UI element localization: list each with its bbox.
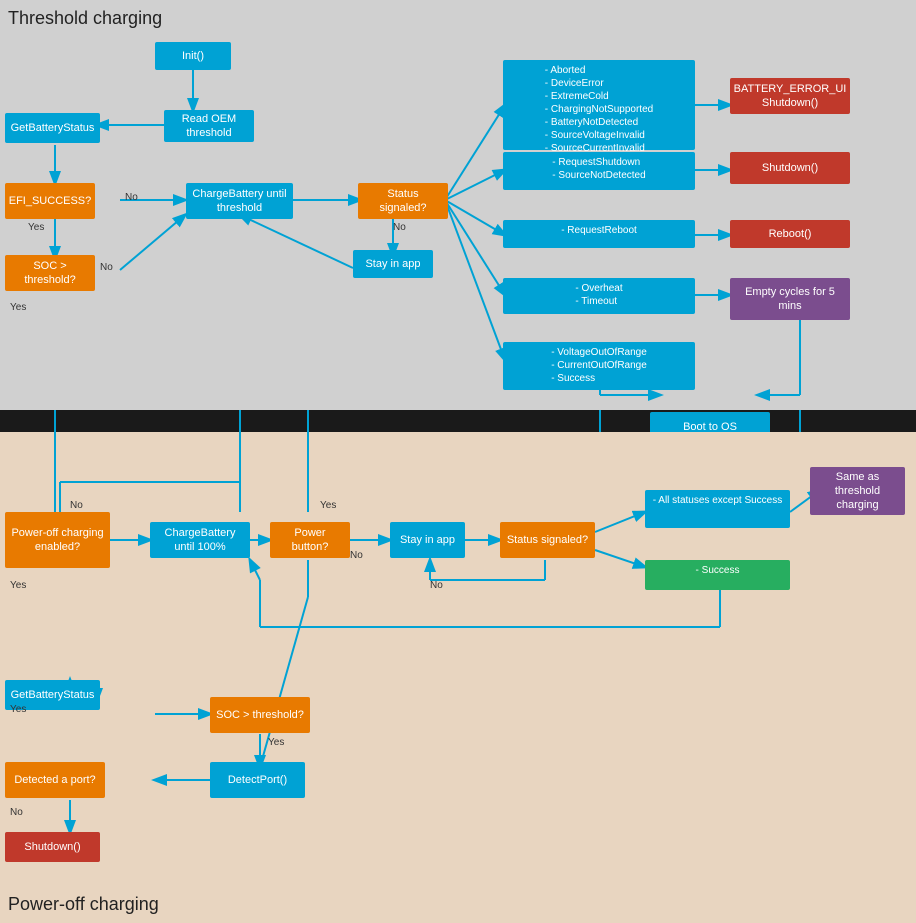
top-connections-svg (0, 0, 916, 410)
status-signaled-box: Status signaled? (358, 183, 448, 219)
battery-error-ui-box: BATTERY_ERROR_UI Shutdown() (730, 78, 850, 114)
yes-label-soc-bot: Yes (268, 737, 284, 748)
power-off-enabled-box: Power-off charging enabled? (5, 512, 110, 568)
top-section: Threshold charging (0, 0, 916, 410)
divider-connections-svg (0, 410, 916, 432)
yes-label-soc: Yes (10, 302, 26, 313)
efi-success-box: EFI_SUCCESS? (5, 183, 95, 219)
soc-threshold-bottom-box: SOC > threshold? (210, 697, 310, 733)
top-section-title: Threshold charging (8, 8, 162, 29)
stay-in-app-bottom-box: Stay in app (390, 522, 465, 558)
get-battery-status-box: GetBatteryStatus (5, 113, 100, 143)
detect-port-box: DetectPort() (210, 762, 305, 798)
errors5-box: - VoltageOutOfRange - CurrentOutOfRange … (503, 342, 695, 390)
detected-port-box: Detected a port? (5, 762, 105, 798)
reboot-box: Reboot() (730, 220, 850, 248)
no-label-efi: No (125, 192, 138, 203)
yes-label-power-off: Yes (10, 580, 26, 591)
errors1-box: - Aborted - DeviceError - ExtremeCold - … (503, 60, 695, 150)
shutdown1-box: Shutdown() (730, 152, 850, 184)
init-box: Init() (155, 42, 231, 70)
errors2-box: - RequestShutdown - SourceNotDetected (503, 152, 695, 190)
read-oem-box: Read OEM threshold (164, 110, 254, 142)
no-label-status-bot: No (430, 580, 443, 591)
success-box: - Success (645, 560, 790, 590)
no-label-detected: No (10, 807, 23, 818)
yes-label-efi: Yes (28, 222, 44, 233)
errors3-box: - RequestReboot (503, 220, 695, 248)
divider-bar: Boot to OS (0, 410, 916, 432)
no-label-soc: No (100, 262, 113, 273)
all-statuses-box: - All statuses except Success (645, 490, 790, 528)
yes-label-power-btn: Yes (320, 500, 336, 511)
errors4-box: - Overheat - Timeout (503, 278, 695, 314)
empty-cycles-box: Empty cycles for 5 mins (730, 278, 850, 320)
bottom-section: Power-off charging (0, 432, 916, 923)
stay-in-app-box: Stay in app (353, 250, 433, 278)
status-signaled-bottom-box: Status signaled? (500, 522, 595, 558)
no-label-power-btn: No (350, 550, 363, 561)
no-label-status: No (393, 222, 406, 233)
shutdown-bottom-box: Shutdown() (5, 832, 100, 862)
bottom-section-title: Power-off charging (8, 894, 159, 915)
yes-label-detected: Yes (10, 704, 26, 715)
no-label-power-off: No (70, 500, 83, 511)
same-as-threshold-box: Same as threshold charging (810, 467, 905, 515)
charge-battery-threshold-box: ChargeBattery until threshold (186, 183, 293, 219)
charge-battery-100-box: ChargeBattery until 100% (150, 522, 250, 558)
power-button-box: Power button? (270, 522, 350, 558)
soc-threshold-box: SOC > threshold? (5, 255, 95, 291)
